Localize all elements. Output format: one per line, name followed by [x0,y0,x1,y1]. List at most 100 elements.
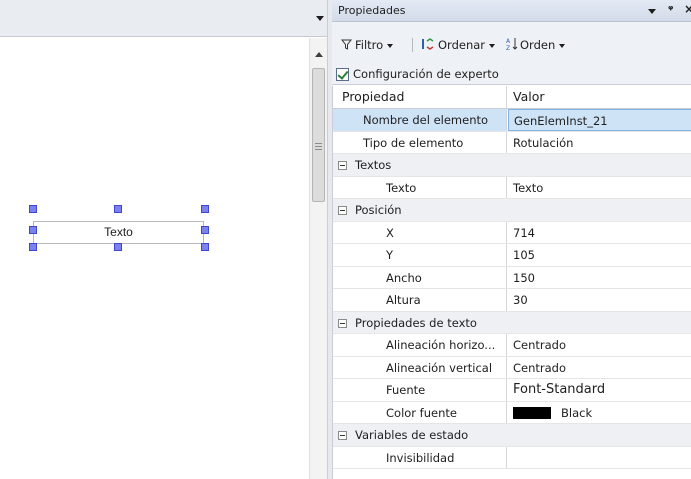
property-name: Invisibilidad [386,450,455,465]
sort-label: Ordenar [438,38,486,52]
properties-panel: Propiedades ᵠ × Filtro Ordenar A Z Orden [332,0,691,479]
sort-button[interactable]: Ordenar [421,37,496,53]
resize-handle-top[interactable] [114,205,122,213]
property-row[interactable]: Y 105 [333,244,691,267]
category-label: Variables de estado [355,428,469,442]
property-name: Fuente [386,383,426,397]
property-value: Black [513,406,592,420]
sort-icon [422,38,434,50]
filter-icon [340,39,353,50]
resize-handle-right[interactable] [201,226,209,234]
collapse-icon[interactable] [338,206,347,215]
resize-handle-top-right[interactable] [201,205,209,213]
resize-handle-bottom[interactable] [114,243,122,251]
property-value-cell[interactable]: Centrado [508,357,691,379]
property-value-cell[interactable]: Font-Standard [508,379,691,401]
property-name: Y [386,248,394,262]
property-name: Nombre del elemento [363,113,489,127]
property-row[interactable]: Fuente Font-Standard [333,379,691,402]
property-value: 105 [513,248,535,262]
chevron-down-icon [387,43,394,48]
property-value: Rotulación [513,135,574,150]
category-label: Textos [355,158,392,172]
svg-text:A: A [506,38,511,45]
property-value: Font-Standard [513,382,606,397]
svg-text:Z: Z [506,45,510,51]
property-value: Centrado [513,338,567,352]
order-button[interactable]: A Z Orden [506,37,566,53]
checkbox-checked-icon[interactable] [336,68,349,81]
column-header-property: Propiedad [342,89,405,104]
property-name: Alineación vertical [386,360,493,375]
category-label: Propiedades de texto [355,315,477,330]
property-value: 30 [513,293,528,307]
property-row[interactable]: Texto Texto [333,176,691,199]
property-name: X [386,225,394,240]
property-row[interactable]: Tipo de elemento Rotulación [333,131,691,154]
properties-title-bar: Propiedades ᵠ × [332,0,691,22]
property-value-cell[interactable]: 30 [508,289,691,311]
property-name: Altura [386,293,421,307]
scroll-up-icon[interactable] [315,52,323,57]
resize-handle-left[interactable] [29,226,37,234]
collapse-icon[interactable] [338,161,347,170]
property-row[interactable]: Nombre del elemento GenElemInst_21 [333,109,691,132]
window-menu-chevron-icon[interactable] [648,9,656,14]
filter-label: Filtro [355,38,384,52]
property-category[interactable]: Variables de estado [333,424,691,447]
chevron-down-icon [489,43,496,48]
color-swatch [513,407,551,419]
order-label: Orden [520,38,556,52]
resize-handle-bottom-left[interactable] [29,243,37,251]
property-value-cell[interactable]: 150 [508,267,691,289]
filter-button[interactable]: Filtro [340,37,394,53]
sort-az-icon: A Z [506,38,518,52]
property-row[interactable]: Altura 30 [333,289,691,312]
property-row[interactable]: Invisibilidad [333,446,691,469]
collapse-icon[interactable] [338,318,347,328]
category-label: Posición [355,203,402,217]
scrollbar-thumb[interactable] [312,68,325,202]
property-grid-header: Propiedad Valor [333,86,691,109]
property-row[interactable]: Color fuente Black [333,401,691,424]
property-value-cell[interactable] [508,447,691,469]
chevron-down-icon[interactable] [316,16,324,21]
column-header-value: Valor [513,89,545,104]
property-name: Texto [386,180,417,195]
property-value: 150 [513,270,535,285]
text-element[interactable]: Texto [33,221,204,244]
property-grid: Propiedad Valor Nombre del elemento GenEl… [332,86,691,479]
property-name: Tipo de elemento [363,135,464,150]
panel-title: Propiedades [338,4,406,17]
pin-icon[interactable]: ᵠ [668,3,673,16]
editor-canvas[interactable]: Texto [0,38,308,479]
property-value-cell[interactable]: 105 [508,244,691,266]
property-value-cell[interactable]: Rotulación [508,132,691,154]
property-row[interactable]: X 714 [333,221,691,244]
properties-toolbar: Filtro Ordenar A Z Orden Configuración d… [332,22,691,85]
property-row[interactable]: Ancho 150 [333,266,691,289]
property-row[interactable]: Alineación vertical Centrado [333,356,691,379]
expert-config-checkbox[interactable]: Configuración de experto [336,66,499,82]
property-value-cell[interactable]: Black [508,402,691,424]
editor-toolbar [0,0,330,37]
property-category[interactable]: Textos [333,154,691,177]
resize-handle-bottom-right[interactable] [201,243,209,251]
property-value-cell[interactable]: Texto [508,177,691,199]
property-value-cell[interactable]: 714 [508,222,691,244]
property-value: Texto [513,180,544,195]
property-value-cell[interactable]: GenElemInst_21 [508,109,691,131]
property-category[interactable]: Propiedades de texto [333,311,691,334]
property-value-cell[interactable]: Centrado [508,334,691,356]
property-value: Centrado [513,360,567,375]
property-row[interactable]: Alineación horizo... Centrado [333,334,691,357]
property-value: 714 [513,225,535,240]
color-name: Black [561,405,593,420]
property-category[interactable]: Posición [333,199,691,222]
collapse-icon[interactable] [338,431,347,440]
vertical-scrollbar[interactable] [309,38,327,479]
resize-handle-top-left[interactable] [29,205,37,213]
close-icon[interactable]: × [684,2,691,16]
property-value: GenElemInst_21 [514,114,608,128]
property-name: Ancho [386,270,422,285]
